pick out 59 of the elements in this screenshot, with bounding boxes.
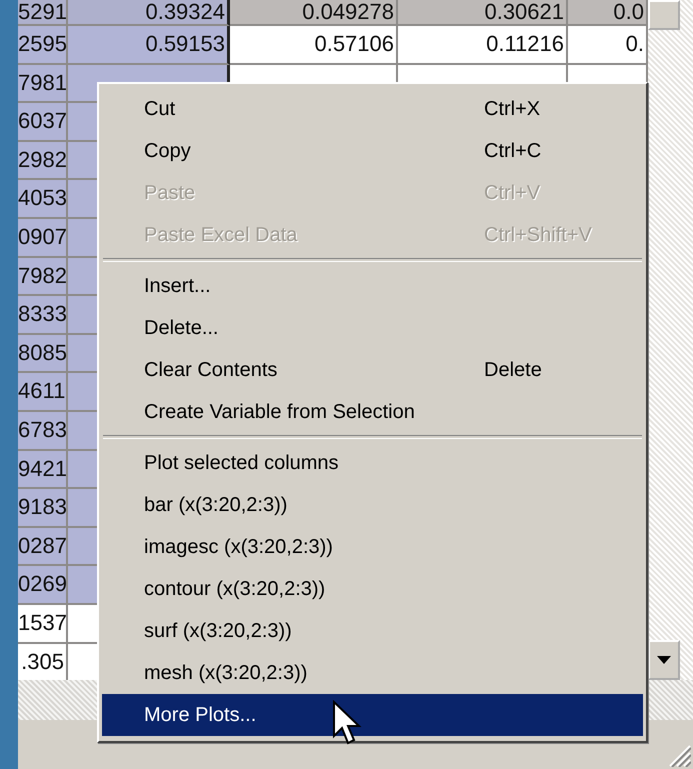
table-cell: 4053 (18, 180, 68, 219)
menu-item-label: imagesc (x(3:20,2:3)) (144, 536, 333, 558)
table-cell: 0.0 (568, 0, 648, 26)
menu-item-label: bar (x(3:20,2:3)) (144, 494, 288, 516)
table-cell: 0287 (18, 528, 68, 566)
table-cell: 8333 (18, 296, 68, 335)
menu-item[interactable]: Clear Contents Delete (102, 349, 643, 391)
table-cell: 6783 (18, 412, 68, 451)
menu-item[interactable]: Delete... (102, 307, 643, 349)
table-cell: 1537 (18, 604, 68, 644)
menu-item[interactable]: bar (x(3:20,2:3)) (102, 484, 643, 526)
table-cell: 0.39324 (68, 0, 230, 26)
menu-item[interactable]: imagesc (x(3:20,2:3)) (102, 526, 643, 568)
table-cell: 6037 (18, 103, 68, 142)
scroll-thumb[interactable] (648, 0, 680, 30)
table-cell: 0269 (18, 566, 68, 605)
table-cell: 2595 (18, 26, 68, 65)
table-cell: .305 (18, 644, 68, 680)
menu-item[interactable]: Create Variable from Selection (102, 391, 643, 433)
table-cell: 2982 (18, 142, 68, 180)
table-cell: 7981 (18, 64, 68, 104)
table-cell: 0.11216 (398, 26, 568, 65)
menu-item[interactable]: Copy Ctrl+C (102, 130, 643, 172)
menu-item[interactable]: More Plots... (102, 694, 643, 736)
table-cell: 5291 (18, 0, 68, 26)
shortcut-label: Ctrl+X (484, 98, 540, 120)
table-cell: 0.049278 (230, 0, 398, 26)
menu-item-label: contour (x(3:20,2:3)) (144, 578, 326, 600)
table-cell: 9183 (18, 489, 68, 528)
menu-item[interactable]: Insert... (102, 265, 643, 307)
vertical-scrollbar[interactable] (648, 0, 693, 680)
table-cell: 0.30621 (398, 0, 568, 26)
menu-item-label: mesh (x(3:20,2:3)) (144, 662, 308, 684)
menu-item-label: More Plots... (144, 704, 256, 726)
table-cell: 4611 (18, 373, 68, 412)
table-cell: 0.59153 (68, 26, 230, 65)
shortcut-label: Delete (484, 358, 542, 382)
table-cell: 8085 (18, 334, 68, 374)
table-cell: 0907 (18, 218, 68, 258)
table-cell: 9421 (18, 450, 68, 490)
menu-item[interactable]: surf (x(3:20,2:3)) (102, 610, 643, 652)
menu-item[interactable]: Cut Ctrl+X (102, 88, 643, 130)
table-cell: 0. (568, 26, 648, 65)
menu-item-label: Cut (144, 98, 176, 120)
menu-item-label: Clear Contents (144, 358, 278, 382)
down-arrow-icon (657, 656, 671, 664)
menu-item-label: Plot selected columns (144, 452, 339, 474)
menu-item-label: surf (x(3:20,2:3)) (144, 620, 292, 642)
menu-item[interactable]: contour (x(3:20,2:3)) (102, 568, 643, 610)
menu-item-label: Copy (144, 140, 191, 162)
menu-item-label: Create Variable from Selection (144, 400, 415, 424)
menu-item-label: Delete... (144, 316, 218, 340)
scroll-down-button[interactable] (648, 640, 680, 680)
shortcut-label: Ctrl+C (484, 140, 542, 162)
table-cell: 7982 (18, 258, 68, 296)
menu-item[interactable]: mesh (x(3:20,2:3)) (102, 652, 643, 694)
table-cell: 0.57106 (230, 26, 398, 65)
menu-item[interactable]: Plot selected columns (102, 442, 643, 484)
menu-item-label: Insert... (144, 274, 211, 298)
